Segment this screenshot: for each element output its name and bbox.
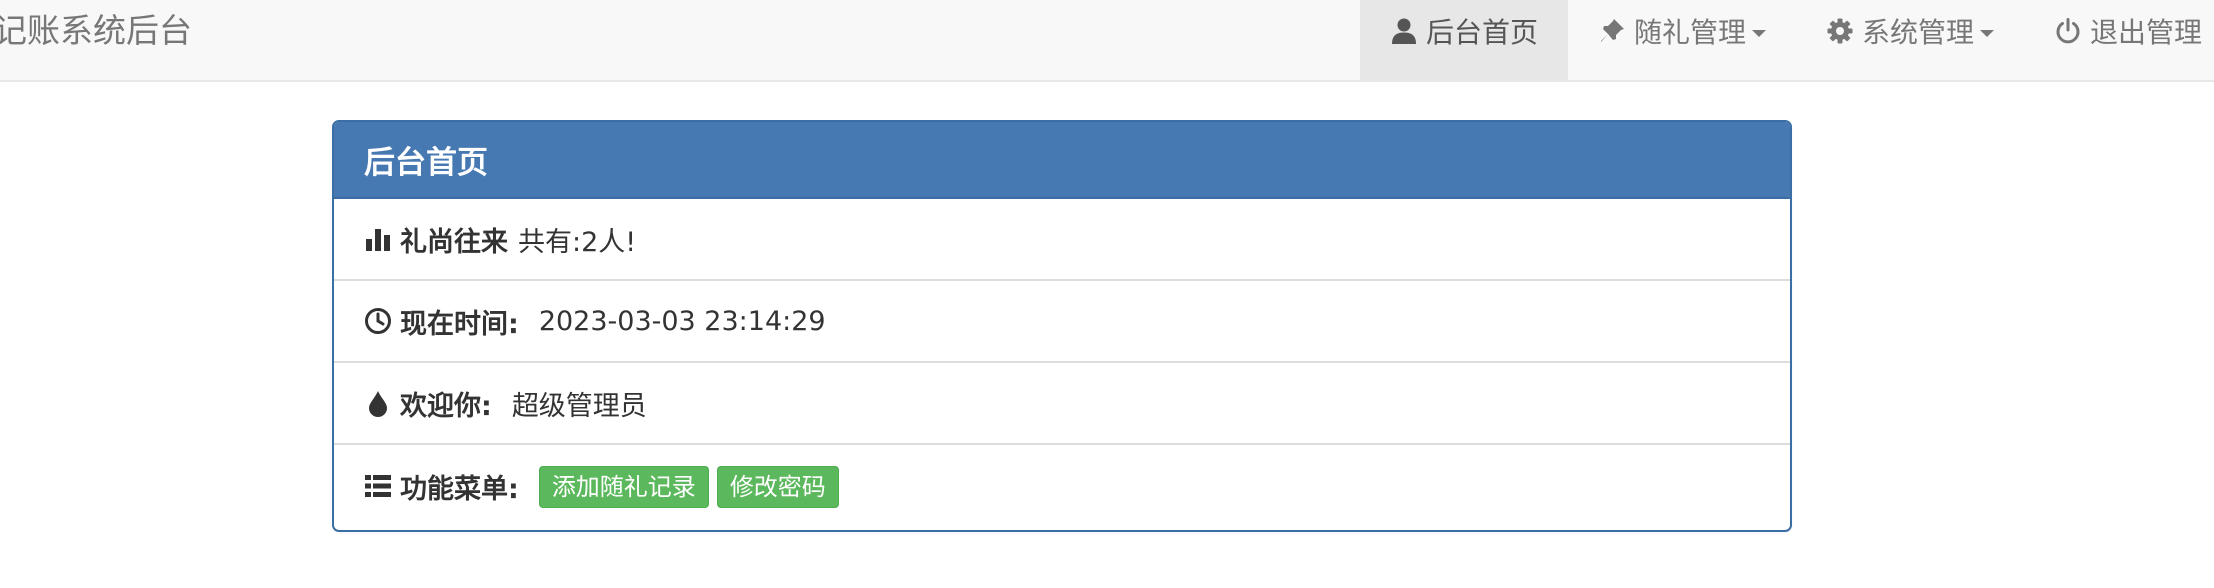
function-menu-label: 功能菜单: (400, 473, 519, 505)
welcome-user-value: 超级管理员 (511, 390, 647, 422)
clock-icon (364, 307, 392, 335)
top-navbar: 记账系统后台 后台首页 随礼管理 系统管理 退出管理 (0, 0, 2214, 82)
nav-label-gift-management: 随礼管理 (1634, 16, 1747, 49)
list-icon (364, 472, 392, 500)
info-row-current-time: 现在时间: 2023-03-03 23:14:29 (334, 281, 1790, 363)
nav-label-home: 后台首页 (1426, 16, 1539, 49)
add-gift-record-button[interactable]: 添加随礼记录 (538, 466, 709, 508)
gift-count-value: 共有:2人! (518, 226, 637, 258)
info-row-welcome: 欢迎你: 超级管理员 (334, 363, 1790, 445)
user-icon (1390, 17, 1418, 45)
nav-item-home[interactable]: 后台首页 (1360, 0, 1568, 80)
panel-title: 后台首页 (334, 122, 1790, 199)
nav-label-system-management: 系统管理 (1862, 16, 1975, 49)
brand-title[interactable]: 记账系统后台 (0, 0, 192, 62)
info-row-gift-count: 礼尚往来 共有:2人! (334, 199, 1790, 281)
nav-item-logout[interactable]: 退出管理 (2054, 0, 2202, 80)
dashboard-panel: 后台首页 礼尚往来 共有:2人! 现在时间: 2023-03-03 23:14:… (332, 120, 1792, 532)
bar-chart-icon (364, 225, 392, 253)
tint-icon (364, 389, 392, 417)
nav-label-logout: 退出管理 (2090, 16, 2203, 49)
caret-down-icon (1980, 29, 1995, 37)
current-time-value: 2023-03-03 23:14:29 (538, 305, 826, 337)
caret-down-icon (1752, 29, 1767, 37)
nav-item-system-management[interactable]: 系统管理 (1826, 0, 1995, 80)
current-time-label: 现在时间: (400, 308, 519, 340)
gift-count-label: 礼尚往来 (400, 226, 508, 258)
gear-icon (1826, 17, 1854, 45)
change-password-button[interactable]: 修改密码 (716, 466, 839, 508)
info-row-function-menu: 功能菜单: 添加随礼记录 修改密码 (334, 445, 1790, 527)
welcome-label: 欢迎你: (400, 390, 492, 422)
power-icon (2054, 17, 2082, 45)
pushpin-icon (1598, 17, 1626, 45)
nav-item-gift-management[interactable]: 随礼管理 (1598, 0, 1767, 80)
